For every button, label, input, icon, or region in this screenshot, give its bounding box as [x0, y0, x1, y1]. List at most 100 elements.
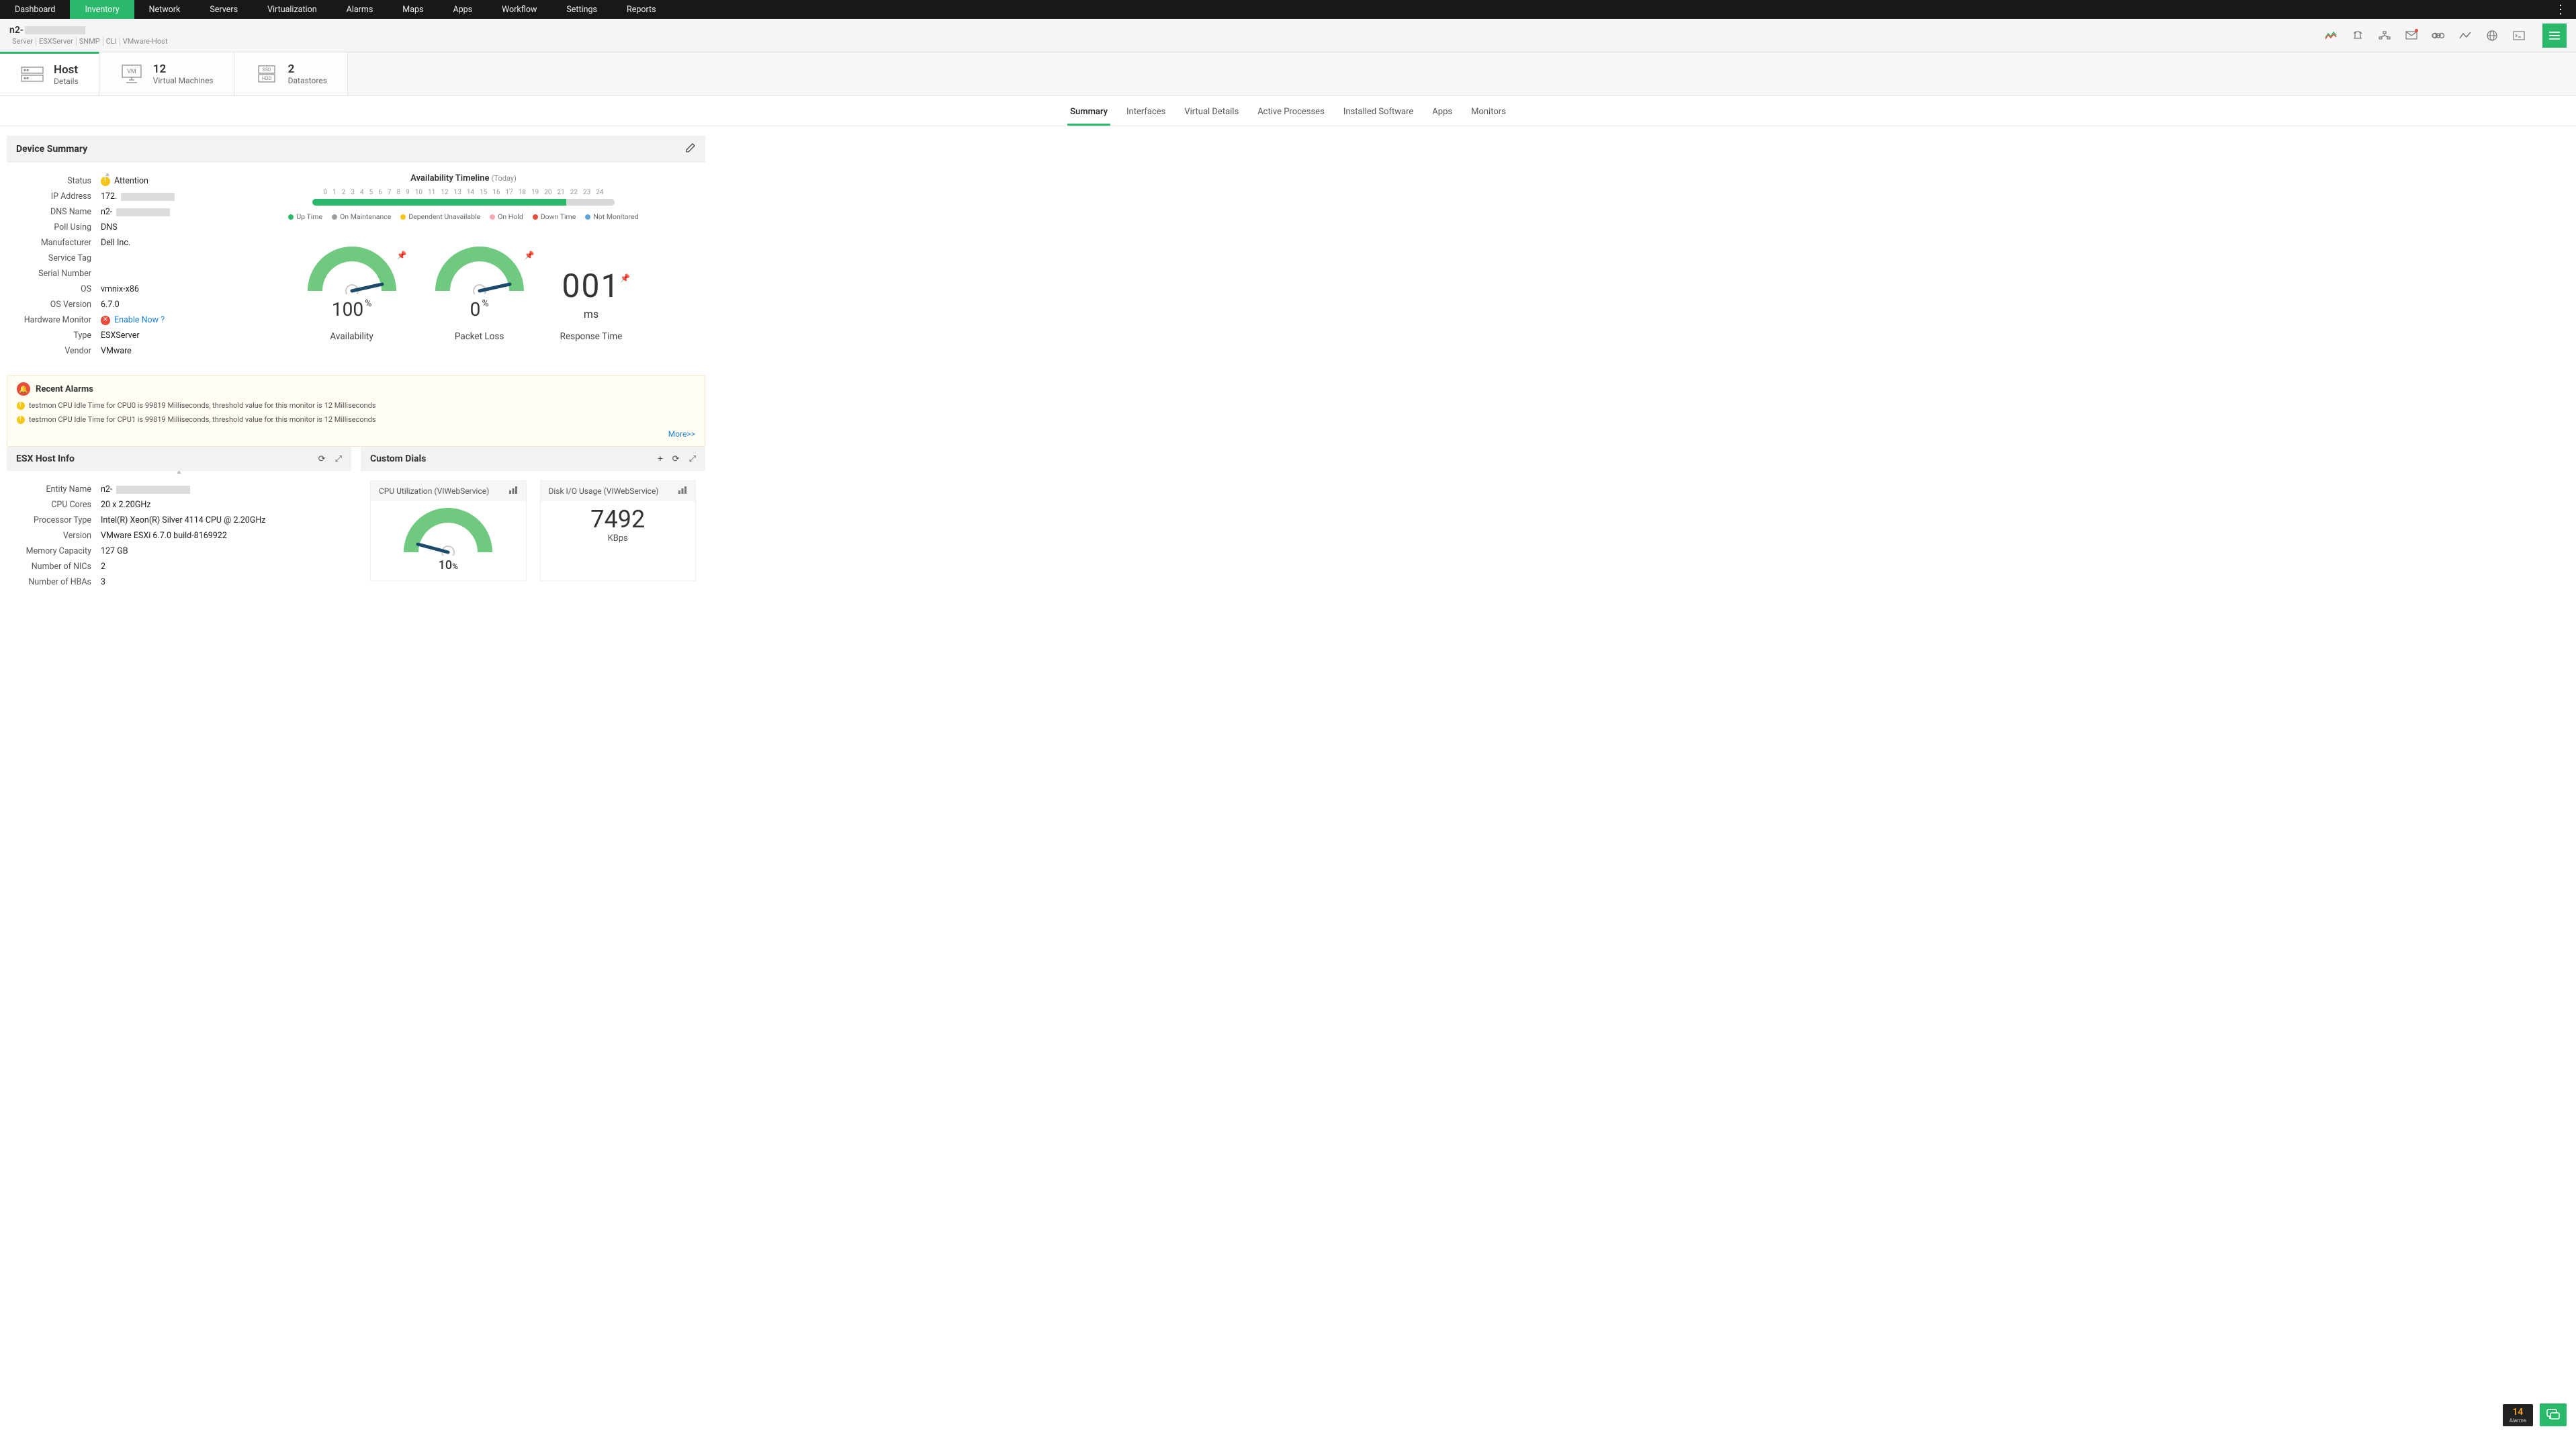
nav-item-alarms[interactable]: Alarms — [332, 0, 388, 19]
summary-row: IP Address172. — [7, 189, 202, 204]
hour-tick: 1 — [332, 189, 337, 196]
chat-button[interactable] — [2540, 1403, 2567, 1426]
topology-icon[interactable] — [2377, 28, 2392, 43]
nav-item-reports[interactable]: Reports — [612, 0, 671, 19]
hour-tick: 5 — [369, 189, 373, 196]
sub-tab-apps[interactable]: Apps — [1429, 103, 1455, 126]
legend-item: Down Time — [533, 212, 576, 221]
nav-item-apps[interactable]: Apps — [438, 0, 487, 19]
summary-row: Poll UsingDNS — [7, 220, 202, 235]
nav-item-settings[interactable]: Settings — [551, 0, 612, 19]
device-tag: ESXServer — [36, 37, 77, 46]
device-name: n2- — [9, 25, 170, 36]
timeline-bar — [312, 199, 615, 206]
hamburger-button[interactable] — [2542, 24, 2567, 48]
alarm-row: testmon CPU Idle Time for CPU1 is 99819 … — [17, 415, 695, 424]
svg-text:SSD: SSD — [262, 67, 271, 73]
more-menu-icon[interactable]: ⋮ — [2545, 3, 2576, 17]
alarm-row: testmon CPU Idle Time for CPU0 is 99819 … — [17, 401, 695, 410]
hour-tick: 12 — [441, 189, 448, 196]
summary-row: OSvmnix-x86 — [7, 281, 202, 297]
nav-item-dashboard[interactable]: Dashboard — [0, 0, 70, 19]
edit-icon[interactable] — [685, 142, 696, 156]
dial-title: CPU Utilization (VIWebService) — [379, 486, 489, 496]
legend-item: Not Monitored — [585, 212, 638, 221]
hour-tick: 23 — [583, 189, 590, 196]
terminal-icon[interactable] — [2512, 28, 2526, 43]
bell-icon[interactable] — [2350, 28, 2365, 43]
refresh-icon[interactable]: ⟳ — [672, 454, 680, 464]
esx-row: CPU Cores20 x 2.20GHz — [7, 497, 351, 513]
summary-row: OS Version6.7.0 — [7, 297, 202, 312]
nav-item-servers[interactable]: Servers — [195, 0, 253, 19]
hour-tick: 7 — [388, 189, 392, 196]
panel-title: Recent Alarms — [36, 384, 93, 394]
hour-tick: 4 — [360, 189, 364, 196]
hour-tick: 11 — [428, 189, 435, 196]
host-tab-details[interactable]: Host Details — [0, 52, 99, 95]
enable-link[interactable]: Enable Now ? — [114, 315, 165, 325]
custom-dials-panel: Custom Dials + ⟳ ⤢ CPU Utilization (VIWe… — [361, 447, 705, 601]
host-tabs: Host DetailsVM 12 Virtual Machines SSD HDD… — [0, 52, 2576, 96]
pin-icon[interactable]: 📌 — [397, 251, 407, 260]
refresh-icon[interactable]: ⟳ — [318, 454, 326, 464]
pin-icon[interactable]: 📌 — [525, 251, 535, 260]
more-link[interactable]: More>> — [668, 429, 695, 439]
nav-item-workflow[interactable]: Workflow — [487, 0, 551, 19]
hour-tick: 3 — [351, 189, 355, 196]
summary-row: Service Tag — [7, 251, 202, 266]
vm-icon: VM — [120, 64, 144, 83]
alarm-count-badge[interactable]: 14 Alarms — [2503, 1404, 2533, 1426]
host-tab-datastores[interactable]: SSDHDD 2 Datastores — [234, 52, 348, 95]
device-tags: ServerESXServerSNMPCLIVMware-Host — [9, 37, 170, 46]
hour-tick: 2 — [342, 189, 346, 196]
hour-tick: 8 — [397, 189, 401, 196]
sub-tab-virtual-details[interactable]: Virtual Details — [1182, 103, 1241, 126]
bar-chart-icon[interactable] — [678, 486, 687, 496]
summary-row: Serial Number — [7, 266, 202, 281]
bar-chart-icon[interactable] — [508, 486, 518, 496]
sub-tab-active-processes[interactable]: Active Processes — [1255, 103, 1327, 126]
summary-row: ManufacturerDell Inc. — [7, 235, 202, 251]
mail-icon[interactable] — [2404, 28, 2419, 43]
device-summary-panel: Device Summary ▲ StatusAttentionIP Addre… — [7, 136, 705, 365]
panel-title: ESX Host Info — [16, 453, 75, 464]
pin-icon[interactable]: 📌 — [620, 273, 630, 283]
device-tag: SNMP — [77, 37, 103, 46]
attention-icon — [17, 416, 25, 424]
hour-tick: 15 — [480, 189, 487, 196]
svg-text:HDD: HDD — [262, 76, 272, 81]
summary-row: VendorVMware — [7, 343, 202, 355]
globe-icon[interactable] — [2485, 28, 2499, 43]
sub-tab-monitors[interactable]: Monitors — [1468, 103, 1509, 126]
add-icon[interactable]: + — [658, 454, 662, 464]
host-tab-virtual-machines[interactable]: VM 12 Virtual Machines — [99, 52, 234, 95]
sub-tab-summary[interactable]: Summary — [1067, 103, 1110, 126]
chart-icon[interactable] — [2323, 28, 2338, 43]
breadcrumb-bar: n2- ServerESXServerSNMPCLIVMware-Host — [0, 19, 2576, 52]
cpu-dial-card: CPU Utilization (VIWebService) 10% — [370, 480, 527, 581]
dial-title: Disk I/O Usage (VIWebService) — [549, 486, 659, 496]
hour-tick: 9 — [406, 189, 410, 196]
nav-item-network[interactable]: Network — [134, 0, 195, 19]
summary-row: TypeESXServer — [7, 328, 202, 343]
expand-icon[interactable]: ⤢ — [689, 454, 696, 464]
hour-tick: 10 — [415, 189, 423, 196]
scroll-up-icon[interactable]: ▲ — [176, 471, 183, 476]
device-tag: CLI — [103, 37, 120, 46]
error-icon — [101, 316, 110, 325]
hour-tick: 16 — [492, 189, 500, 196]
sub-tab-interfaces[interactable]: Interfaces — [1124, 103, 1168, 126]
panel-title: Custom Dials — [370, 453, 426, 464]
nav-item-inventory[interactable]: Inventory — [70, 0, 134, 19]
link-icon[interactable] — [2431, 28, 2446, 43]
nav-item-virtualization[interactable]: Virtualization — [253, 0, 332, 19]
expand-icon[interactable]: ⤢ — [335, 454, 342, 464]
trend-icon[interactable] — [2458, 28, 2473, 43]
nav-item-maps[interactable]: Maps — [388, 0, 438, 19]
sub-tab-installed-software[interactable]: Installed Software — [1341, 103, 1416, 126]
summary-row: Hardware MonitorEnable Now ? — [7, 312, 202, 328]
hour-tick: 13 — [454, 189, 461, 196]
top-nav: DashboardInventoryNetworkServersVirtuali… — [0, 0, 2576, 19]
hour-tick: 0 — [324, 189, 328, 196]
